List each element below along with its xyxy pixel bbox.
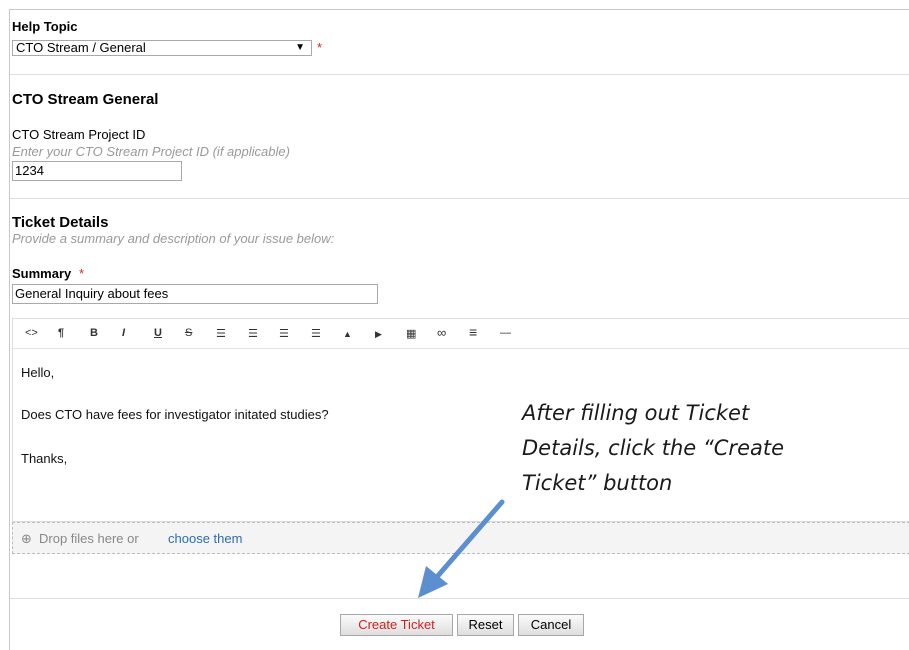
table-icon[interactable]: ▦ — [406, 327, 416, 340]
dropzone-text: Drop files here or — [39, 531, 139, 546]
link-icon[interactable]: ∞ — [437, 325, 446, 340]
indent-icon[interactable]: ☰ — [311, 327, 321, 340]
annotation-line: After filling out Ticket — [522, 401, 750, 425]
code-icon[interactable]: <> — [25, 327, 38, 339]
reset-button[interactable]: Reset — [457, 614, 514, 636]
project-id-label: CTO Stream Project ID — [12, 127, 146, 142]
instruction-annotation: After filling out Ticket Details, click … — [522, 396, 852, 501]
upload-icon: ⊕ — [21, 531, 32, 546]
editor-toolbar: <> ¶ B I U S ☰ ☰ ☰ ☰ ▲ ▶ ▦ ∞ ≡ — — [13, 319, 909, 349]
pointer-arrow — [418, 499, 505, 598]
required-marker: * — [79, 266, 85, 281]
project-id-input[interactable]: 1234 — [12, 161, 182, 181]
image-icon[interactable]: ▲ — [343, 329, 352, 339]
help-topic-label: Help Topic — [12, 19, 78, 34]
bold-icon[interactable]: B — [90, 327, 98, 339]
help-topic-selected-value: CTO Stream / General — [16, 40, 146, 55]
outdent-icon[interactable]: ☰ — [279, 327, 289, 340]
horizontal-rule-icon[interactable]: — — [500, 327, 511, 339]
numbered-list-icon[interactable]: ☰ — [248, 327, 258, 340]
dropdown-caret-icon: ▼ — [295, 42, 305, 53]
cancel-button[interactable]: Cancel — [518, 614, 584, 636]
bullet-list-icon[interactable]: ☰ — [216, 327, 226, 340]
project-id-hint: Enter your CTO Stream Project ID (if app… — [12, 144, 290, 159]
section-divider — [10, 74, 909, 75]
required-marker: * — [317, 40, 323, 55]
section-divider — [10, 198, 909, 199]
strikethrough-icon[interactable]: S — [185, 327, 192, 339]
help-topic-select[interactable]: CTO Stream / General ▼ — [12, 40, 312, 56]
editor-line: Does CTO have fees for investigator init… — [21, 407, 329, 422]
italic-icon[interactable]: I — [122, 327, 125, 339]
underline-icon[interactable]: U — [154, 327, 162, 339]
annotation-line: Details, click the “Create — [522, 436, 785, 460]
ticket-details-title: Ticket Details — [12, 214, 109, 231]
choose-files-link[interactable]: choose them — [168, 531, 242, 546]
paragraph-icon[interactable]: ¶ — [58, 327, 64, 339]
summary-input[interactable]: General Inquiry about fees — [12, 284, 378, 304]
editor-line: Hello, — [21, 365, 55, 380]
video-icon[interactable]: ▶ — [375, 329, 382, 340]
summary-label: Summary — [12, 266, 72, 281]
annotation-line: Ticket” button — [522, 471, 673, 495]
align-icon[interactable]: ≡ — [469, 324, 477, 340]
editor-line: Thanks, — [21, 451, 68, 466]
ticket-details-subtitle: Provide a summary and description of you… — [12, 231, 335, 246]
create-ticket-button[interactable]: Create Ticket — [340, 614, 453, 636]
cto-section-title: CTO Stream General — [12, 91, 159, 108]
